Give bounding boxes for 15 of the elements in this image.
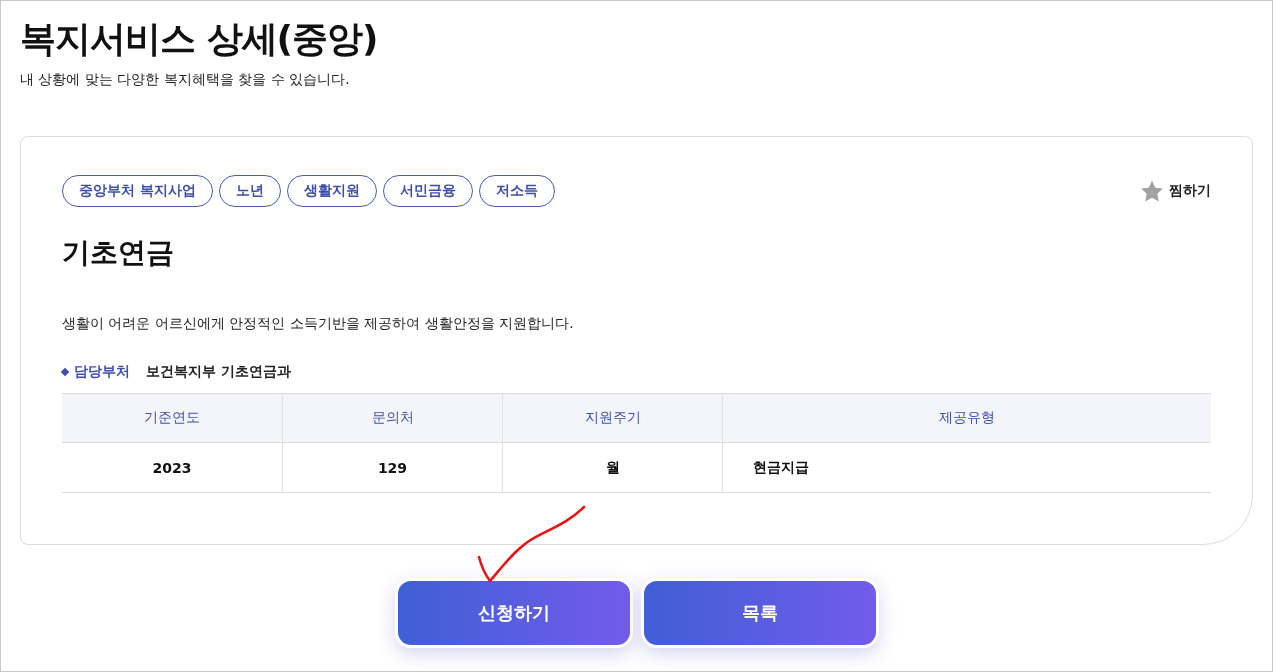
service-description: 생활이 어려운 어르신에게 안정적인 소득기반을 제공하여 생활안정을 지원합니다. [62, 315, 575, 333]
table-cell: 129 [282, 443, 502, 493]
service-name: 기초연금 [62, 235, 175, 271]
table-header-cell: 지원주기 [502, 394, 722, 443]
department-label: 담당부처 [74, 363, 130, 381]
department-value: 보건복지부 기초연금과 [146, 363, 291, 381]
page-subtitle: 내 상황에 맞는 다양한 복지혜택을 찾을 수 있습니다. [20, 71, 351, 89]
table-cell: 월 [502, 443, 722, 493]
page-title: 복지서비스 상세(중앙) [20, 17, 379, 61]
table-cell: 현금지급 [722, 443, 1211, 493]
favorite-button[interactable]: 찜하기 [1139, 178, 1211, 204]
table-header-cell: 제공유형 [722, 394, 1211, 443]
table-header-cell: 문의처 [282, 394, 502, 443]
table-header-cell: 기준연도 [62, 394, 282, 443]
table-cell: 2023 [62, 443, 282, 493]
